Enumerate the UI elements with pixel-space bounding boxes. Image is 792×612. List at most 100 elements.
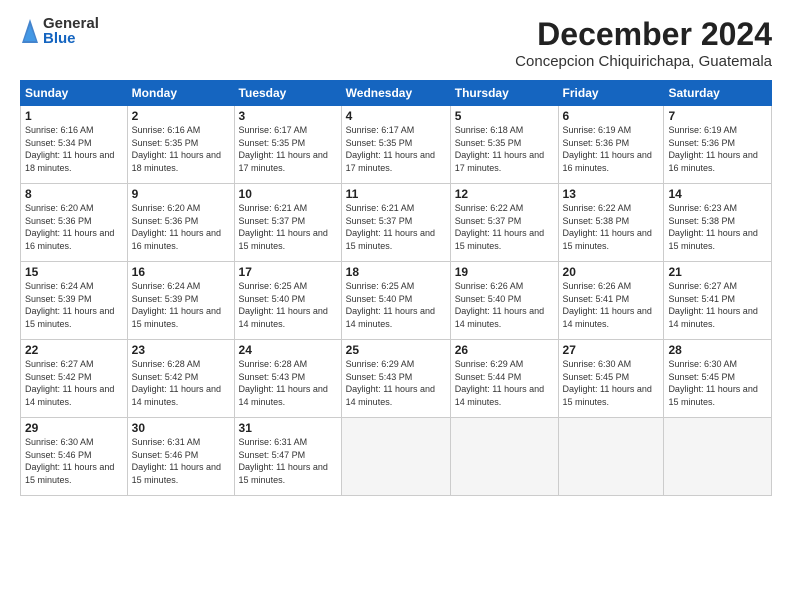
day-number: 2 (132, 109, 230, 123)
day-info: Sunrise: 6:25 AMSunset: 5:40 PMDaylight:… (346, 281, 435, 329)
calendar-cell (558, 418, 664, 496)
day-info: Sunrise: 6:28 AMSunset: 5:42 PMDaylight:… (132, 359, 221, 407)
calendar-cell: 13 Sunrise: 6:22 AMSunset: 5:38 PMDaylig… (558, 184, 664, 262)
calendar-cell: 20 Sunrise: 6:26 AMSunset: 5:41 PMDaylig… (558, 262, 664, 340)
title-block: December 2024 Concepcion Chiquirichapa, … (515, 16, 772, 70)
calendar-cell: 27 Sunrise: 6:30 AMSunset: 5:45 PMDaylig… (558, 340, 664, 418)
day-info: Sunrise: 6:21 AMSunset: 5:37 PMDaylight:… (239, 203, 328, 251)
calendar-cell: 29 Sunrise: 6:30 AMSunset: 5:46 PMDaylig… (21, 418, 128, 496)
day-info: Sunrise: 6:17 AMSunset: 5:35 PMDaylight:… (346, 125, 435, 173)
day-number: 12 (455, 187, 554, 201)
logo-text: General Blue (43, 16, 99, 46)
day-number: 24 (239, 343, 337, 357)
day-info: Sunrise: 6:24 AMSunset: 5:39 PMDaylight:… (132, 281, 221, 329)
day-info: Sunrise: 6:22 AMSunset: 5:37 PMDaylight:… (455, 203, 544, 251)
col-monday: Monday (127, 81, 234, 106)
day-number: 13 (563, 187, 660, 201)
day-number: 4 (346, 109, 446, 123)
day-info: Sunrise: 6:27 AMSunset: 5:41 PMDaylight:… (668, 281, 757, 329)
calendar-cell: 17 Sunrise: 6:25 AMSunset: 5:40 PMDaylig… (234, 262, 341, 340)
calendar-cell: 24 Sunrise: 6:28 AMSunset: 5:43 PMDaylig… (234, 340, 341, 418)
week-row-4: 22 Sunrise: 6:27 AMSunset: 5:42 PMDaylig… (21, 340, 772, 418)
day-number: 15 (25, 265, 123, 279)
page: General Blue December 2024 Concepcion Ch… (0, 0, 792, 612)
calendar-cell: 16 Sunrise: 6:24 AMSunset: 5:39 PMDaylig… (127, 262, 234, 340)
calendar-cell: 8 Sunrise: 6:20 AMSunset: 5:36 PMDayligh… (21, 184, 128, 262)
logo-general: General (43, 16, 99, 31)
day-number: 21 (668, 265, 767, 279)
day-info: Sunrise: 6:31 AMSunset: 5:47 PMDaylight:… (239, 437, 328, 485)
calendar-cell: 11 Sunrise: 6:21 AMSunset: 5:37 PMDaylig… (341, 184, 450, 262)
day-info: Sunrise: 6:31 AMSunset: 5:46 PMDaylight:… (132, 437, 221, 485)
day-info: Sunrise: 6:30 AMSunset: 5:45 PMDaylight:… (668, 359, 757, 407)
col-saturday: Saturday (664, 81, 772, 106)
day-info: Sunrise: 6:30 AMSunset: 5:45 PMDaylight:… (563, 359, 652, 407)
day-number: 1 (25, 109, 123, 123)
day-number: 18 (346, 265, 446, 279)
calendar-cell: 26 Sunrise: 6:29 AMSunset: 5:44 PMDaylig… (450, 340, 558, 418)
calendar-table: Sunday Monday Tuesday Wednesday Thursday… (20, 80, 772, 496)
col-friday: Friday (558, 81, 664, 106)
col-sunday: Sunday (21, 81, 128, 106)
day-number: 20 (563, 265, 660, 279)
logo: General Blue (20, 16, 99, 46)
header: General Blue December 2024 Concepcion Ch… (20, 16, 772, 70)
day-number: 23 (132, 343, 230, 357)
col-tuesday: Tuesday (234, 81, 341, 106)
day-number: 19 (455, 265, 554, 279)
day-number: 10 (239, 187, 337, 201)
logo-icon (20, 17, 40, 45)
day-info: Sunrise: 6:29 AMSunset: 5:44 PMDaylight:… (455, 359, 544, 407)
day-number: 25 (346, 343, 446, 357)
day-info: Sunrise: 6:20 AMSunset: 5:36 PMDaylight:… (25, 203, 114, 251)
calendar-cell: 4 Sunrise: 6:17 AMSunset: 5:35 PMDayligh… (341, 106, 450, 184)
day-info: Sunrise: 6:21 AMSunset: 5:37 PMDaylight:… (346, 203, 435, 251)
day-number: 14 (668, 187, 767, 201)
day-info: Sunrise: 6:27 AMSunset: 5:42 PMDaylight:… (25, 359, 114, 407)
day-info: Sunrise: 6:23 AMSunset: 5:38 PMDaylight:… (668, 203, 757, 251)
calendar-cell: 14 Sunrise: 6:23 AMSunset: 5:38 PMDaylig… (664, 184, 772, 262)
day-info: Sunrise: 6:19 AMSunset: 5:36 PMDaylight:… (563, 125, 652, 173)
calendar-cell: 19 Sunrise: 6:26 AMSunset: 5:40 PMDaylig… (450, 262, 558, 340)
day-info: Sunrise: 6:19 AMSunset: 5:36 PMDaylight:… (668, 125, 757, 173)
day-info: Sunrise: 6:29 AMSunset: 5:43 PMDaylight:… (346, 359, 435, 407)
day-number: 17 (239, 265, 337, 279)
day-number: 11 (346, 187, 446, 201)
day-number: 26 (455, 343, 554, 357)
calendar-cell: 22 Sunrise: 6:27 AMSunset: 5:42 PMDaylig… (21, 340, 128, 418)
day-number: 30 (132, 421, 230, 435)
day-number: 31 (239, 421, 337, 435)
calendar-cell: 7 Sunrise: 6:19 AMSunset: 5:36 PMDayligh… (664, 106, 772, 184)
location: Concepcion Chiquirichapa, Guatemala (515, 53, 772, 70)
week-row-3: 15 Sunrise: 6:24 AMSunset: 5:39 PMDaylig… (21, 262, 772, 340)
day-number: 16 (132, 265, 230, 279)
calendar-cell: 5 Sunrise: 6:18 AMSunset: 5:35 PMDayligh… (450, 106, 558, 184)
day-info: Sunrise: 6:18 AMSunset: 5:35 PMDaylight:… (455, 125, 544, 173)
day-info: Sunrise: 6:26 AMSunset: 5:40 PMDaylight:… (455, 281, 544, 329)
calendar-cell: 2 Sunrise: 6:16 AMSunset: 5:35 PMDayligh… (127, 106, 234, 184)
day-info: Sunrise: 6:24 AMSunset: 5:39 PMDaylight:… (25, 281, 114, 329)
day-number: 29 (25, 421, 123, 435)
day-info: Sunrise: 6:26 AMSunset: 5:41 PMDaylight:… (563, 281, 652, 329)
day-info: Sunrise: 6:20 AMSunset: 5:36 PMDaylight:… (132, 203, 221, 251)
calendar-cell: 6 Sunrise: 6:19 AMSunset: 5:36 PMDayligh… (558, 106, 664, 184)
day-info: Sunrise: 6:28 AMSunset: 5:43 PMDaylight:… (239, 359, 328, 407)
col-thursday: Thursday (450, 81, 558, 106)
calendar-cell: 12 Sunrise: 6:22 AMSunset: 5:37 PMDaylig… (450, 184, 558, 262)
day-info: Sunrise: 6:16 AMSunset: 5:34 PMDaylight:… (25, 125, 114, 173)
day-number: 3 (239, 109, 337, 123)
calendar-cell: 21 Sunrise: 6:27 AMSunset: 5:41 PMDaylig… (664, 262, 772, 340)
day-number: 9 (132, 187, 230, 201)
calendar-cell: 23 Sunrise: 6:28 AMSunset: 5:42 PMDaylig… (127, 340, 234, 418)
day-number: 5 (455, 109, 554, 123)
calendar-cell: 30 Sunrise: 6:31 AMSunset: 5:46 PMDaylig… (127, 418, 234, 496)
month-title: December 2024 (515, 16, 772, 53)
calendar-cell: 25 Sunrise: 6:29 AMSunset: 5:43 PMDaylig… (341, 340, 450, 418)
day-info: Sunrise: 6:25 AMSunset: 5:40 PMDaylight:… (239, 281, 328, 329)
header-row: Sunday Monday Tuesday Wednesday Thursday… (21, 81, 772, 106)
calendar-cell (341, 418, 450, 496)
week-row-1: 1 Sunrise: 6:16 AMSunset: 5:34 PMDayligh… (21, 106, 772, 184)
calendar-cell: 31 Sunrise: 6:31 AMSunset: 5:47 PMDaylig… (234, 418, 341, 496)
week-row-2: 8 Sunrise: 6:20 AMSunset: 5:36 PMDayligh… (21, 184, 772, 262)
day-info: Sunrise: 6:17 AMSunset: 5:35 PMDaylight:… (239, 125, 328, 173)
